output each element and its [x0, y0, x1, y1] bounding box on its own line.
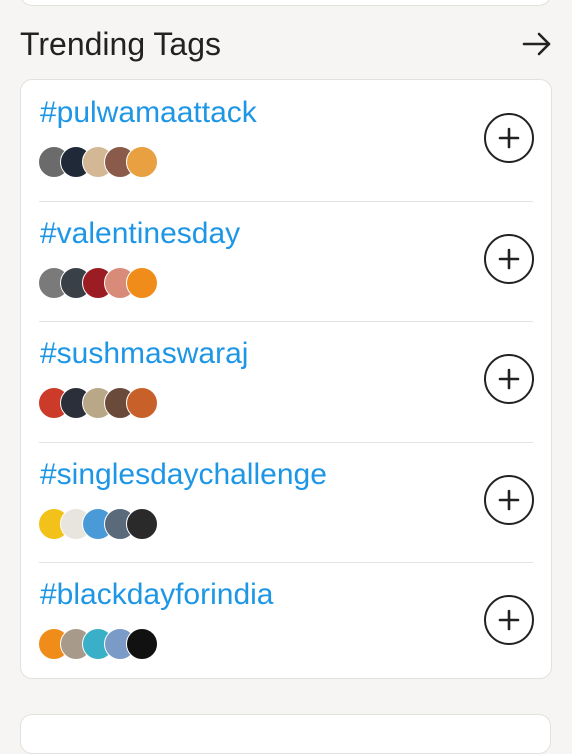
tag-row[interactable]: #sushmaswaraj	[21, 321, 551, 442]
avatar-stack	[38, 507, 158, 540]
plus-icon	[498, 489, 520, 510]
tag-name[interactable]: #valentinesday	[40, 217, 240, 251]
tag-name[interactable]: #blackdayforindia	[40, 578, 273, 612]
next-card	[20, 714, 551, 754]
avatar	[126, 507, 158, 540]
trending-tags-card: #pulwamaattack #valentinesday #sushmaswa…	[20, 79, 552, 679]
tag-row[interactable]: #pulwamaattack	[21, 80, 551, 201]
follow-tag-button[interactable]	[484, 354, 534, 404]
plus-icon	[498, 368, 520, 390]
tag-name[interactable]: #pulwamaattack	[40, 96, 257, 130]
arrow-right-icon[interactable]	[520, 27, 554, 61]
previous-card	[20, 0, 551, 6]
trending-tags-header: Trending Tags	[20, 22, 554, 66]
tag-row[interactable]: #singlesdaychallenge	[21, 441, 551, 563]
avatar-stack	[38, 628, 158, 660]
avatar-stack	[38, 146, 158, 178]
tag-row[interactable]: #valentinesday	[21, 200, 551, 322]
follow-tag-button[interactable]	[484, 595, 534, 645]
avatar	[126, 387, 158, 419]
avatar-stack	[38, 387, 158, 419]
tag-name[interactable]: #singlesdaychallenge	[40, 458, 327, 492]
plus-icon	[498, 609, 520, 631]
plus-icon	[498, 248, 520, 269]
plus-icon	[498, 127, 520, 149]
follow-tag-button[interactable]	[484, 233, 534, 284]
avatar-stack	[38, 266, 158, 299]
follow-tag-button[interactable]	[484, 474, 534, 525]
avatar	[126, 628, 158, 660]
avatar	[126, 146, 158, 178]
tag-row[interactable]: #blackdayforindia	[21, 562, 551, 678]
tag-name[interactable]: #sushmaswaraj	[40, 337, 248, 371]
follow-tag-button[interactable]	[484, 113, 534, 163]
section-title: Trending Tags	[20, 25, 222, 62]
avatar	[126, 266, 158, 299]
